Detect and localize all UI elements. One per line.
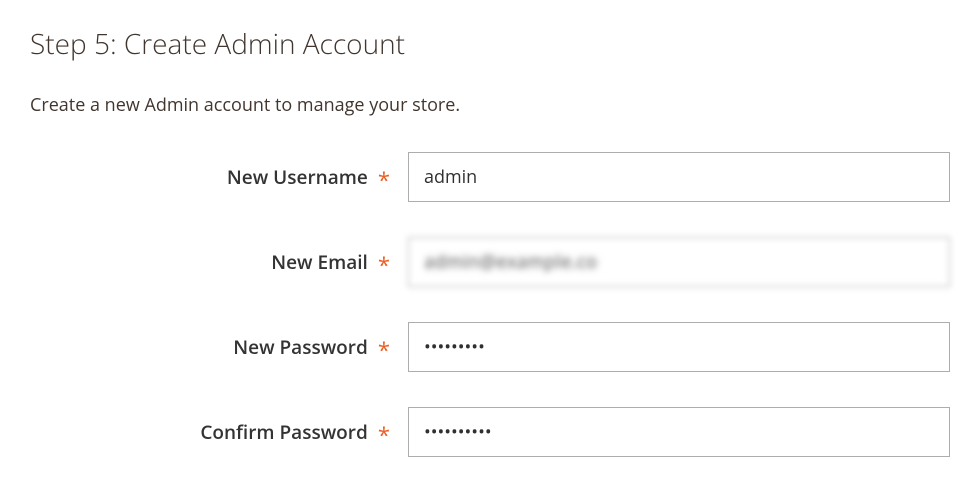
password-label-group: New Password *: [30, 334, 408, 360]
username-row: New Username *: [30, 152, 950, 202]
username-label-group: New Username *: [30, 164, 408, 190]
email-label-group: New Email *: [30, 249, 408, 275]
required-mark-icon: *: [378, 424, 390, 446]
required-mark-icon: *: [378, 339, 390, 361]
required-mark-icon: *: [378, 169, 390, 191]
required-mark-icon: *: [378, 254, 390, 276]
email-label: New Email: [271, 249, 368, 275]
confirm-password-row: Confirm Password *: [30, 407, 950, 457]
password-input[interactable]: [408, 322, 950, 372]
confirm-password-input[interactable]: [408, 407, 950, 457]
confirm-password-label-group: Confirm Password *: [30, 419, 408, 445]
page-title: Step 5: Create Admin Account: [30, 25, 950, 63]
confirm-password-label: Confirm Password: [200, 419, 367, 445]
password-row: New Password *: [30, 322, 950, 372]
email-row: New Email *: [30, 237, 950, 287]
username-input[interactable]: [408, 152, 950, 202]
email-input[interactable]: [408, 237, 950, 287]
password-label: New Password: [233, 334, 368, 360]
username-label: New Username: [227, 164, 368, 190]
page-description: Create a new Admin account to manage you…: [30, 93, 950, 117]
